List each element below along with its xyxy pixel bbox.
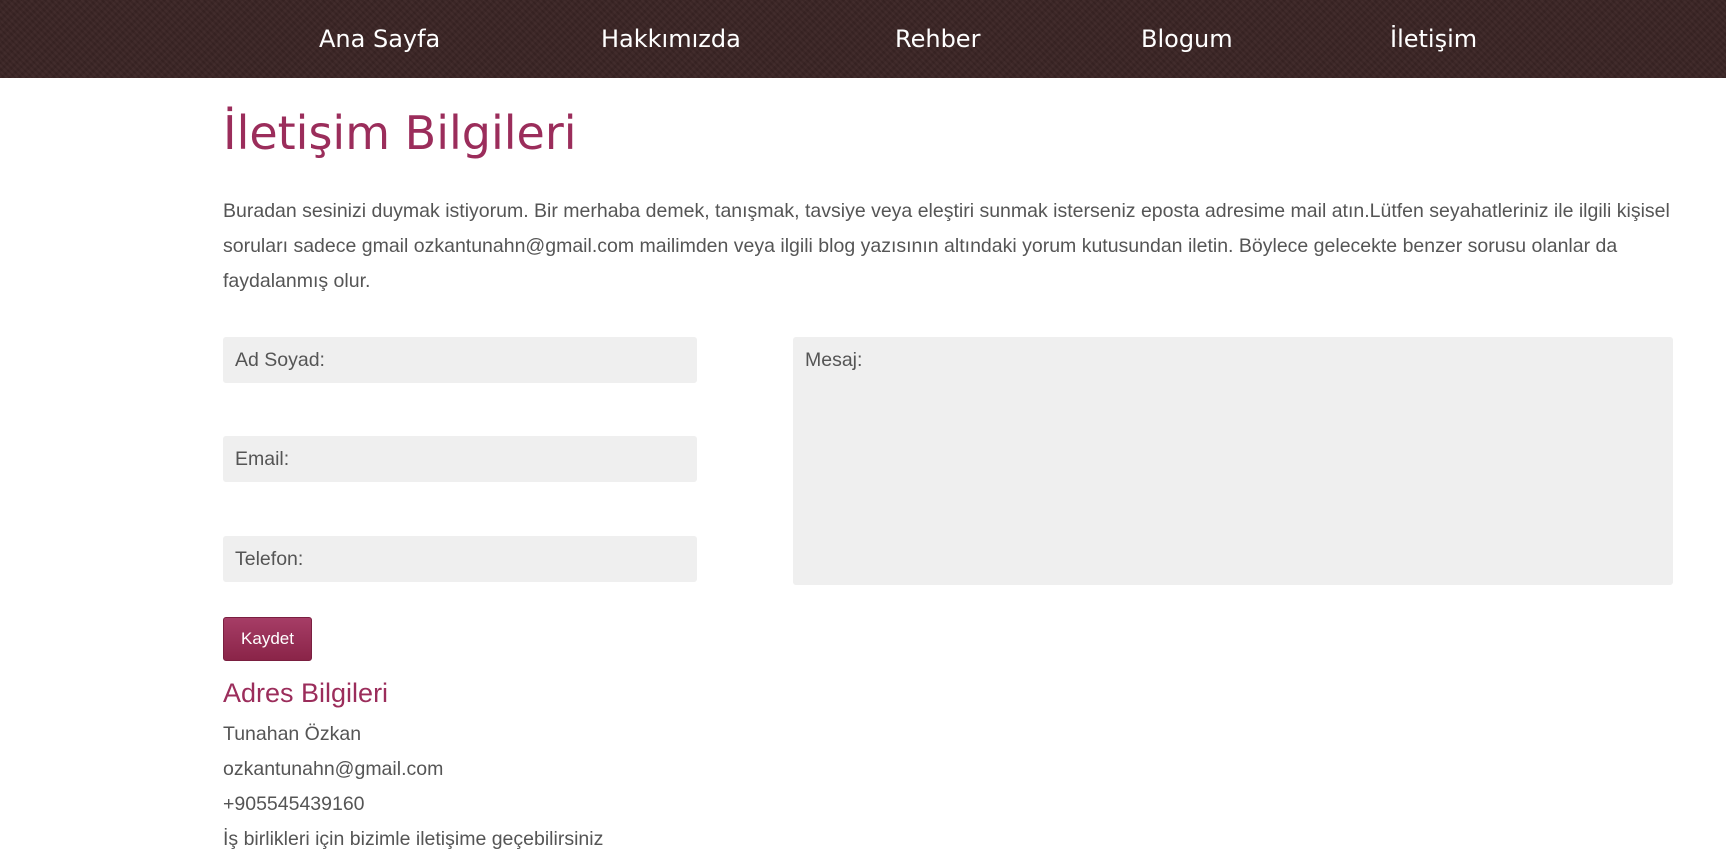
nav-blog[interactable]: Blogum [1141,0,1233,78]
nav-contact[interactable]: İletişim [1390,0,1477,78]
nav-guide[interactable]: Rehber [895,0,980,78]
top-navbar: Ana Sayfa Hakkımızda Rehber Blogum İleti… [0,0,1726,78]
address-phone: +905545439160 [223,793,365,815]
address-name: Tunahan Özkan [223,723,362,745]
save-button[interactable]: Kaydet [223,617,312,661]
intro-text: Buradan sesinizi duymak istiyorum. Bir m… [223,200,1670,292]
email-field[interactable] [223,436,697,482]
address-email: ozkantunahn@gmail.com [223,758,444,780]
phone-field[interactable] [223,536,697,582]
nav-about[interactable]: Hakkımızda [601,0,741,78]
address-title: Adres Bilgileri [223,678,389,708]
address-note: İş birlikleri için bizimle iletişime geç… [223,828,604,850]
name-field[interactable] [223,337,697,383]
message-field[interactable] [793,337,1673,585]
page-title: İletişim Bilgileri [223,106,577,160]
nav-home[interactable]: Ana Sayfa [319,0,440,78]
